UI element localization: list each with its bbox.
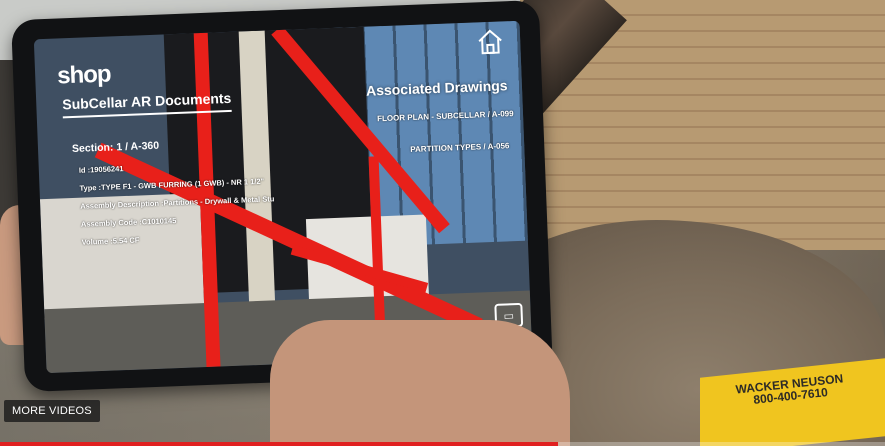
brand-logo: shop bbox=[56, 60, 112, 90]
section-label: Section: 1 / A-360 bbox=[71, 139, 160, 156]
detail-id: Id :19056241 bbox=[78, 164, 124, 175]
right-hand bbox=[270, 320, 570, 446]
home-icon[interactable] bbox=[476, 27, 505, 56]
video-progress-fill bbox=[0, 442, 558, 446]
video-progress-bar[interactable] bbox=[0, 442, 885, 446]
more-videos-button[interactable]: MORE VIDEOS bbox=[4, 400, 100, 422]
ar-left-wall bbox=[39, 193, 205, 320]
